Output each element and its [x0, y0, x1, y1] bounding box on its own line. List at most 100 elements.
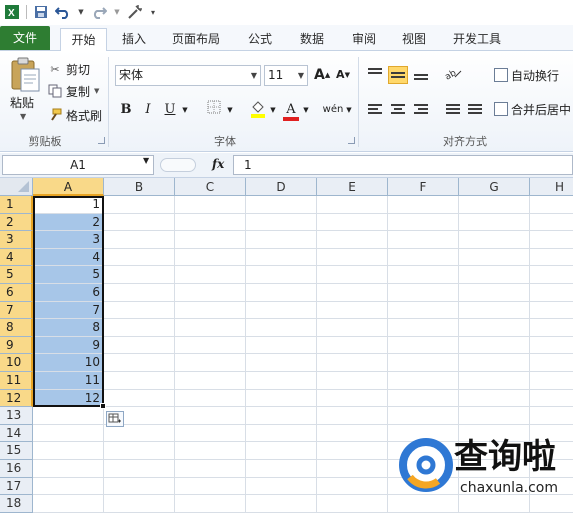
row-header[interactable]: 3 — [0, 231, 33, 249]
cell[interactable] — [530, 284, 573, 302]
cell[interactable] — [317, 389, 388, 408]
underline-dropdown-icon[interactable]: ▼ — [181, 100, 189, 120]
row-header[interactable]: 8 — [0, 319, 33, 337]
cell[interactable] — [317, 196, 388, 214]
cell[interactable] — [388, 336, 459, 355]
borders-dropdown-icon[interactable]: ▼ — [226, 100, 234, 120]
cell[interactable] — [104, 319, 175, 337]
cell[interactable] — [175, 389, 246, 408]
cell[interactable] — [246, 407, 317, 425]
cell[interactable]: 2 — [33, 213, 104, 232]
tab-review[interactable]: 审阅 — [342, 28, 386, 51]
copy-dropdown-icon[interactable]: ▼ — [94, 87, 99, 95]
cell[interactable] — [317, 495, 388, 513]
cell[interactable]: 1 — [33, 196, 104, 214]
row-header[interactable]: 5 — [0, 266, 33, 284]
tab-formulas[interactable]: 公式 — [238, 28, 282, 51]
column-header-a[interactable]: A — [33, 178, 104, 196]
row-header[interactable]: 14 — [0, 424, 33, 443]
copy-button[interactable]: 复制 ▼ — [48, 81, 99, 101]
cell[interactable] — [246, 301, 317, 320]
cell[interactable] — [459, 301, 530, 320]
tab-developer[interactable]: 开发工具 — [446, 28, 508, 51]
cell[interactable] — [317, 424, 388, 443]
cell[interactable] — [104, 442, 175, 460]
cell[interactable] — [33, 442, 104, 460]
row-header[interactable]: 13 — [0, 407, 33, 425]
cell[interactable] — [175, 477, 246, 496]
cell[interactable] — [317, 213, 388, 232]
font-name-select[interactable]: 宋体 ▼ — [115, 65, 261, 86]
cell[interactable] — [175, 301, 246, 320]
cell[interactable]: 12 — [33, 389, 104, 408]
cell[interactable] — [175, 372, 246, 390]
cell[interactable] — [530, 214, 573, 232]
cell[interactable] — [388, 196, 459, 214]
cell[interactable] — [530, 372, 573, 390]
cell[interactable] — [246, 477, 317, 496]
cell[interactable] — [175, 336, 246, 355]
cell[interactable] — [33, 407, 104, 425]
cell[interactable] — [317, 477, 388, 496]
column-header-b[interactable]: B — [104, 178, 175, 196]
cell[interactable] — [459, 389, 530, 408]
customize-icon[interactable] — [127, 4, 143, 20]
cell[interactable]: 8 — [33, 319, 104, 337]
italic-button[interactable]: I — [140, 100, 156, 120]
row-header[interactable]: 18 — [0, 495, 33, 513]
cell[interactable] — [530, 407, 573, 425]
cell[interactable] — [104, 460, 175, 478]
cell[interactable] — [104, 248, 175, 267]
align-bottom-button[interactable] — [411, 68, 431, 86]
cell[interactable] — [104, 231, 175, 249]
cell[interactable] — [317, 301, 388, 320]
decrease-indent-button[interactable] — [443, 100, 463, 118]
cell[interactable] — [459, 266, 530, 284]
cell[interactable] — [459, 231, 530, 249]
cell[interactable] — [175, 407, 246, 425]
cell[interactable]: 5 — [33, 266, 104, 284]
cell[interactable] — [317, 231, 388, 249]
fill-color-dropdown-icon[interactable]: ▼ — [269, 100, 277, 120]
cell[interactable] — [388, 354, 459, 372]
font-color-button[interactable]: A — [283, 100, 299, 121]
cell[interactable] — [317, 354, 388, 372]
phonetic-dropdown-icon[interactable]: ▼ — [345, 100, 353, 120]
fill-color-button[interactable] — [249, 100, 267, 120]
cell[interactable] — [104, 354, 175, 372]
row-header[interactable]: 17 — [0, 477, 33, 496]
cell[interactable] — [388, 213, 459, 232]
borders-button[interactable] — [205, 100, 223, 120]
tab-home[interactable]: 开始 — [60, 28, 107, 52]
wrap-text-button[interactable]: 自动换行 — [494, 65, 559, 85]
column-header-f[interactable]: F — [388, 178, 459, 196]
cell[interactable] — [104, 266, 175, 284]
cell[interactable] — [175, 354, 246, 372]
align-right-button[interactable] — [411, 100, 431, 118]
cell[interactable] — [246, 336, 317, 355]
cell[interactable] — [104, 477, 175, 496]
cell[interactable] — [175, 266, 246, 284]
cell[interactable] — [246, 424, 317, 443]
cell[interactable] — [175, 213, 246, 232]
orientation-button[interactable]: ab — [443, 64, 463, 82]
paste-button[interactable]: 粘贴 — [10, 94, 34, 111]
cell[interactable] — [104, 284, 175, 302]
cell[interactable] — [530, 302, 573, 320]
paste-icon[interactable] — [9, 57, 41, 92]
cell[interactable] — [459, 407, 530, 425]
cell[interactable] — [104, 495, 175, 513]
clipboard-dialog-launcher[interactable] — [98, 137, 105, 144]
cell[interactable] — [246, 231, 317, 249]
cell[interactable] — [459, 336, 530, 355]
cell[interactable]: 9 — [33, 336, 104, 355]
cell[interactable] — [246, 248, 317, 267]
cell[interactable] — [104, 301, 175, 320]
insert-function-button[interactable]: fx — [212, 157, 224, 171]
cell[interactable] — [317, 284, 388, 302]
row-header[interactable]: 1 — [0, 196, 33, 214]
cell[interactable] — [388, 372, 459, 390]
font-size-select[interactable]: 11 ▼ — [264, 65, 308, 86]
cell[interactable] — [246, 266, 317, 284]
row-header[interactable]: 2 — [0, 213, 33, 232]
